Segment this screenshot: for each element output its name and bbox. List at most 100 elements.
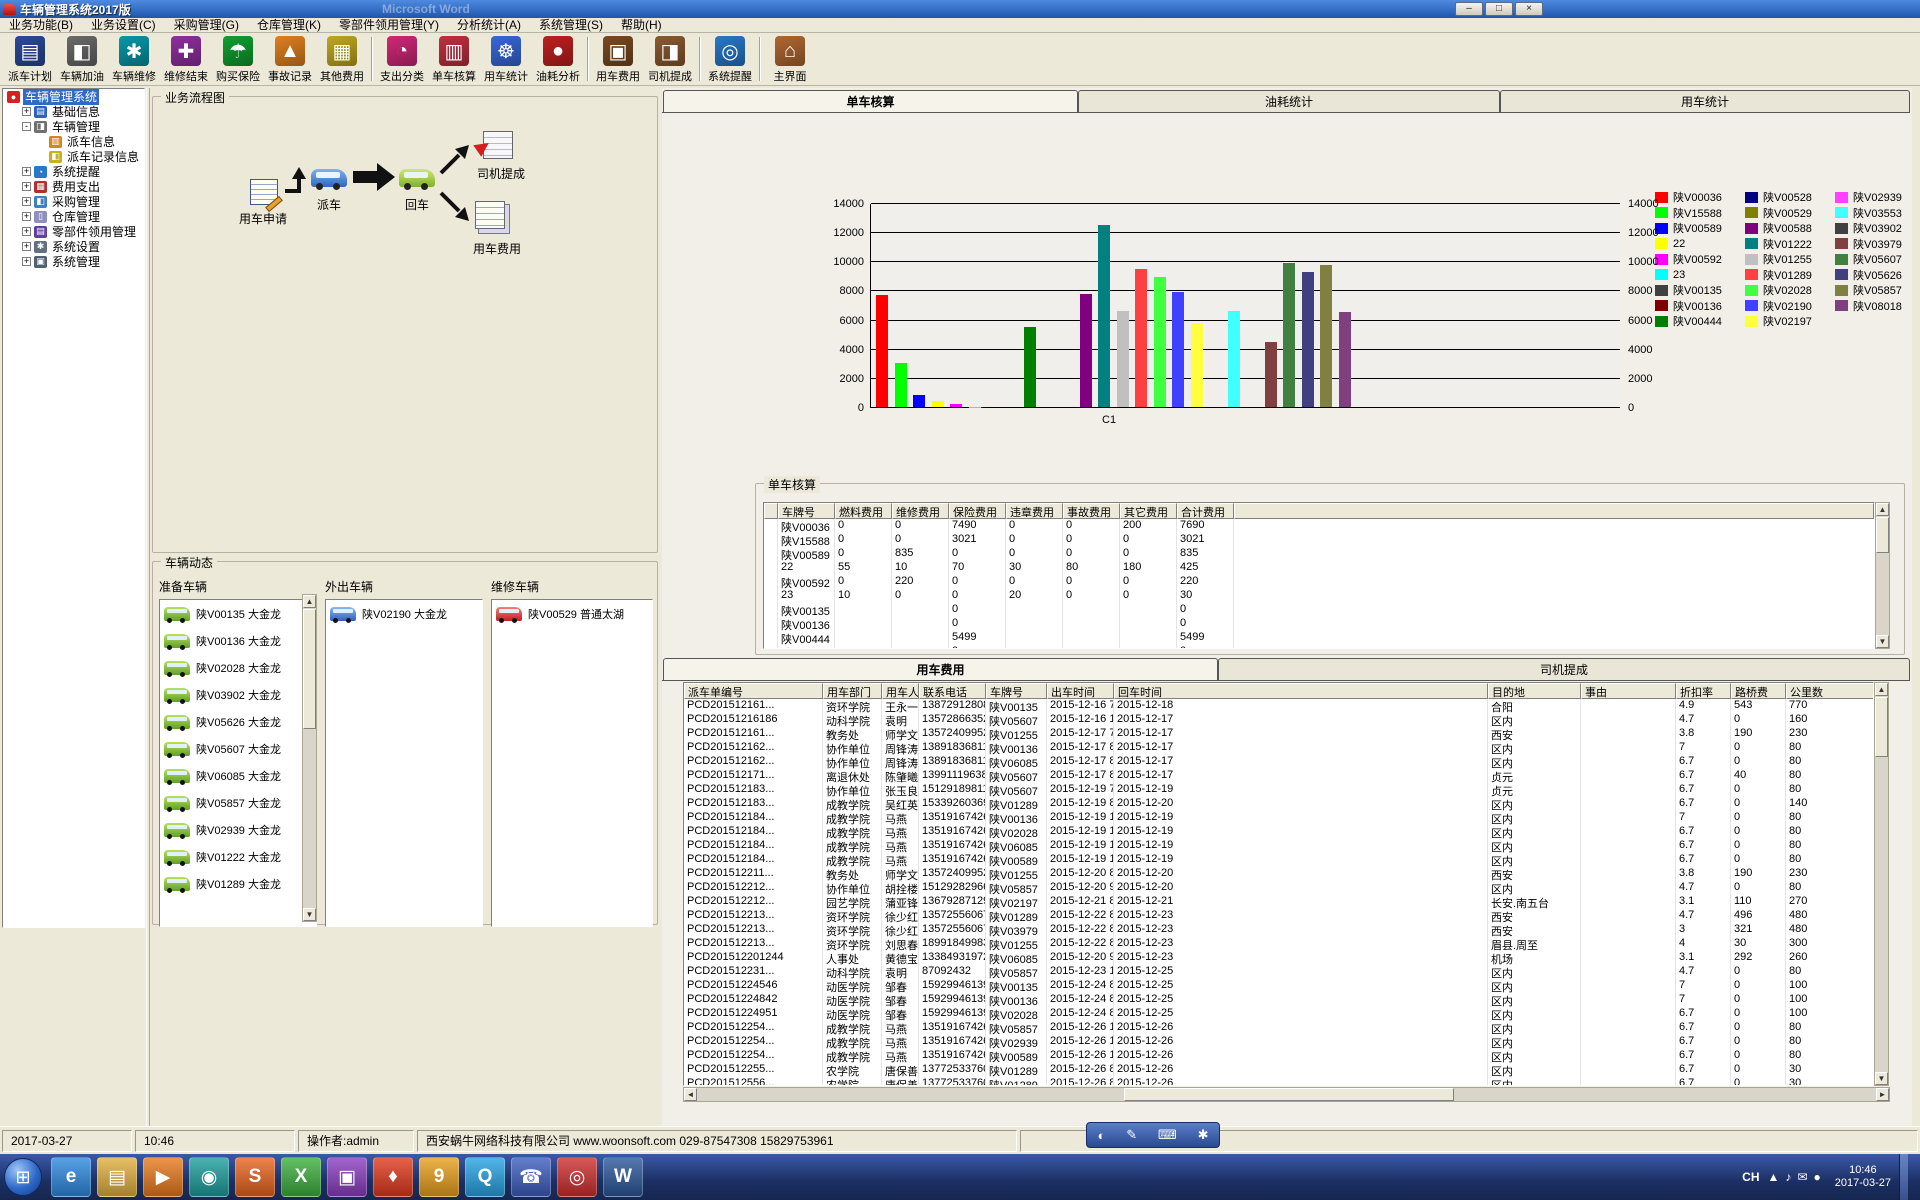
table-row[interactable]: PCD201512212...园艺学院蒲亚锋13679287129陕V02197… [684,895,1873,909]
tree-item-basic-info[interactable]: +▤基础信息 [3,104,144,119]
table-row[interactable]: PCD201512254...成教学院马燕13519167426陕V058572… [684,1021,1873,1035]
column-header[interactable]: 公里数 [1786,683,1874,699]
fleet-list-out[interactable]: 陕V02190 大金龙 [325,599,483,927]
tray-icon-2[interactable]: ✉ [1797,1170,1807,1184]
ime-icon-3[interactable]: ✱ [1198,1127,1209,1143]
list-item[interactable]: 陕V06085 大金龙 [160,762,316,789]
table-row[interactable]: 陕V155880030210003021 [764,533,1874,547]
flow-node-apply[interactable] [250,179,278,205]
table-row[interactable]: PCD20151216186动科学院袁明13572866352陕V0560720… [684,713,1873,727]
table-row[interactable]: PCD201512171...离退休处陈肇曦13991119638陕V05607… [684,769,1873,783]
toolbar-button-vehicle-refuel[interactable]: ◧车辆加油 [56,33,108,85]
tree-item-root-vehicle-system[interactable]: ●车辆管理系统 [3,89,144,104]
taskbar-icon-thunder[interactable]: X [281,1157,321,1197]
maximize-button[interactable]: □ [1485,2,1513,16]
menu-item-3[interactable]: 仓库管理(K) [248,18,330,33]
table-row[interactable]: PCD201512161...资环学院王永一13872912808陕V00135… [684,699,1873,713]
taskbar-icon-video-player[interactable]: ▣ [327,1157,367,1197]
taskbar-icon-messenger[interactable]: ◉ [189,1157,229,1197]
table-row[interactable]: PCD20151224546动医学院邹春15929946139陕V0013520… [684,979,1873,993]
menu-item-7[interactable]: 帮助(H) [612,18,671,33]
toolbar-button-repair-finish[interactable]: ✚维修结束 [160,33,212,85]
table-row[interactable]: PCD201512556...农学院唐保善13772533760陕V012892… [684,1077,1873,1086]
table-row[interactable]: 225510703080180425 [764,561,1874,575]
tab-per-vehicle-accounting[interactable]: 单车核算 [663,90,1078,112]
list-item[interactable]: 陕V00529 普通太湖 [492,600,652,627]
table-row[interactable]: PCD20151224951动医学院邹春15929946139陕V0202820… [684,1007,1873,1021]
table-row[interactable]: PCD201512212...协作单位胡拴楼15129282966陕V05857… [684,881,1873,895]
tree-expander[interactable]: + [22,107,31,116]
table-row[interactable]: PCD201512161...教务处师学文13572409952陕V012552… [684,727,1873,741]
tree-item-system-reminder[interactable]: +◔系统提醒 [3,164,144,179]
column-header[interactable]: 路桥费 [1731,683,1786,699]
usage-table-hscrollbar[interactable]: ◄ ► [683,1087,1890,1102]
table-row[interactable]: PCD201512183...成教学院吴红英15339260369陕V01289… [684,797,1873,811]
column-header[interactable]: 合计费用 [1177,503,1234,519]
toolbar-button-other-fee[interactable]: ▦其他费用 [316,33,368,85]
list-item[interactable]: 陕V02939 大金龙 [160,816,316,843]
toolbar-button-vehicle-repair[interactable]: ✱车辆维修 [108,33,160,85]
table-row[interactable]: 陕V0059202200000220 [764,575,1874,589]
column-header[interactable]: 车牌号 [778,503,835,519]
menu-item-5[interactable]: 分析统计(A) [448,18,530,33]
taskbar-icon-folder[interactable]: ▤ [97,1157,137,1197]
minimize-button[interactable]: – [1455,2,1483,16]
tree-expander[interactable]: + [22,227,31,236]
toolbar-button-system-reminder[interactable]: ◎系统提醒 [704,33,756,85]
table-row[interactable]: PCD201512201244人事处黄德宝...13384931972.1375… [684,951,1873,965]
toolbar-button-vehicle-usage-stats[interactable]: ☸用车统计 [480,33,532,85]
tab-usage-stats[interactable]: 用车统计 [1500,90,1910,112]
list-item[interactable]: 陕V05626 大金龙 [160,708,316,735]
tree-expander[interactable]: + [22,212,31,221]
table-row[interactable]: PCD201512184...成教学院马燕13519167426陕V001362… [684,811,1873,825]
toolbar-button-main-screen[interactable]: ⌂主界面 [764,33,816,85]
table-row[interactable]: 231000200030 [764,589,1874,603]
menu-item-6[interactable]: 系统管理(S) [530,18,612,33]
table-row[interactable]: 陕V00036007490002007690 [764,519,1874,533]
tree-expander[interactable]: + [22,242,31,251]
toolbar-button-fuel-analysis[interactable]: ●油耗分析 [532,33,584,85]
table-row[interactable]: 陕V0052800 [764,645,1874,649]
tree-item-dispatch-record-info[interactable]: ◧派车记录信息 [3,149,144,164]
flow-node-commission[interactable] [483,131,513,159]
table-row[interactable]: 陕V0013600 [764,617,1874,631]
table-row[interactable]: 陕V0044454995499 [764,631,1874,645]
ime-icon-1[interactable]: ✎ [1126,1127,1137,1143]
flow-node-expense[interactable] [475,201,505,229]
list-item[interactable]: 陕V00136 大金龙 [160,627,316,654]
tree-expander[interactable]: - [22,122,31,131]
column-header[interactable]: 燃料费用 [835,503,892,519]
table-row[interactable]: PCD201512213...资环学院徐少红13572556067陕V01289… [684,909,1873,923]
menu-item-0[interactable]: 业务功能(B) [0,18,82,33]
taskbar-clock[interactable]: 10:46 2017-03-27 [1835,1164,1891,1190]
taskbar-icon-sogou-browser[interactable]: S [235,1157,275,1197]
taskbar-icon-word[interactable]: W [603,1157,643,1197]
column-header[interactable]: 保险费用 [949,503,1006,519]
close-button[interactable]: × [1515,2,1543,16]
taskbar-icon-ie[interactable]: e [51,1157,91,1197]
list-item[interactable]: 陕V02190 大金龙 [326,600,482,627]
title-bar[interactable]: 车辆管理系统2017版 Microsoft Word –□× [0,0,1920,18]
taskbar-icon-media-player[interactable]: ▶ [143,1157,183,1197]
usage-table-vscrollbar[interactable]: ▲ ▼ [1874,682,1889,1086]
tray-icon-1[interactable]: ♪ [1785,1170,1791,1184]
tree-expander[interactable]: + [22,257,31,266]
column-header[interactable]: 维修费用 [892,503,949,519]
column-header[interactable]: 事故费用 [1063,503,1120,519]
tree-item-purchase-mgmt[interactable]: +◧采购管理 [3,194,144,209]
list-item[interactable]: 陕V01222 大金龙 [160,843,316,870]
table-row[interactable]: PCD201512184...成教学院马燕13519167426陕V005892… [684,853,1873,867]
table-row[interactable]: 陕V0013500 [764,603,1874,617]
show-desktop-button[interactable] [1899,1154,1908,1200]
tree-expander[interactable]: + [22,182,31,191]
column-header[interactable] [764,503,778,519]
table-row[interactable]: PCD201512162...协作单位周锋涛13891836811陕V06085… [684,755,1873,769]
toolbar-button-buy-insurance[interactable]: ☂购买保险 [212,33,264,85]
toolbar-button-accident-record[interactable]: ▲事故记录 [264,33,316,85]
list-item[interactable]: 陕V00135 大金龙 [160,600,316,627]
toolbar-button-usage-fee[interactable]: ▣用车费用 [592,33,644,85]
ime-toolbar[interactable]: ◐✎⌨✱ [1086,1122,1220,1148]
tree-item-system-mgmt[interactable]: +▣系统管理 [3,254,144,269]
taskbar-icon-camera[interactable]: ◎ [557,1157,597,1197]
taskbar-icon-qq[interactable]: Q [465,1157,505,1197]
